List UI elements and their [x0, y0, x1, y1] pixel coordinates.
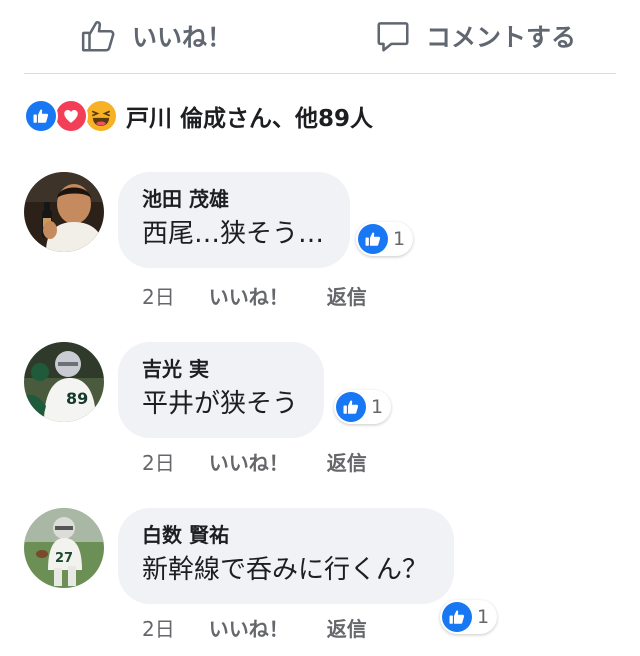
- like-icon: [24, 99, 58, 133]
- action-bar: いいね！ コメントする: [0, 0, 640, 74]
- haha-icon: [84, 99, 118, 133]
- comment-time[interactable]: 2日: [142, 613, 175, 642]
- comment-like-link[interactable]: いいね！: [209, 281, 289, 310]
- thumbs-up-icon: [80, 17, 118, 55]
- comment-item: 池田 茂雄 西尾…狭そう… 1 2日 いいね！ 返信: [24, 172, 624, 312]
- like-icon: [442, 602, 472, 632]
- comment-like-count[interactable]: 1: [440, 600, 498, 634]
- comment-author[interactable]: 白数 賢祐: [142, 522, 428, 548]
- comment-meta: 2日 いいね！ 返信: [142, 613, 367, 642]
- comment-like-link[interactable]: いいね！: [209, 447, 289, 476]
- comment-meta: 2日 いいね！ 返信: [142, 447, 367, 476]
- avatar[interactable]: 89: [24, 342, 104, 422]
- reaction-icons: [24, 99, 118, 133]
- comment-text: 西尾…狭そう…: [142, 219, 325, 249]
- comment-bubble[interactable]: 池田 茂雄 西尾…狭そう…: [118, 172, 351, 268]
- comment-button[interactable]: コメントする: [374, 12, 576, 60]
- divider: [24, 73, 616, 74]
- like-icon: [358, 224, 388, 254]
- comment-text: 平井が狭そう: [142, 389, 299, 419]
- comment-reply-link[interactable]: 返信: [327, 613, 367, 642]
- like-count-number: 1: [371, 396, 384, 418]
- avatar[interactable]: [24, 172, 104, 252]
- comment-author[interactable]: 吉光 実: [142, 356, 298, 382]
- reaction-summary[interactable]: 戸川 倫成さん、他89人: [24, 98, 373, 134]
- like-button-label: いいね！: [132, 23, 233, 52]
- comment-meta: 2日 いいね！ 返信: [142, 281, 367, 310]
- like-count-number: 1: [393, 228, 406, 250]
- comment-button-label: コメントする: [426, 23, 577, 52]
- comment-item: 89 吉光 実 平井が狭そう 1 2日 いいね！ 返信: [24, 342, 624, 482]
- comment-time[interactable]: 2日: [142, 281, 175, 310]
- love-icon: [54, 99, 88, 133]
- avatar[interactable]: 27: [24, 508, 104, 588]
- speech-bubble-icon: [374, 17, 412, 55]
- comment-author[interactable]: 池田 茂雄: [142, 186, 324, 212]
- svg-text:27: 27: [55, 551, 73, 566]
- comment-bubble[interactable]: 吉光 実 平井が狭そう: [118, 342, 325, 438]
- comment-time[interactable]: 2日: [142, 447, 175, 476]
- comment-like-count[interactable]: 1: [356, 222, 414, 256]
- comment-item: 27 白数 賢祐 新幹線で呑みに行くん？ 1 2日 いいね！ 返信: [24, 508, 624, 648]
- reaction-summary-text: 戸川 倫成さん、他89人: [126, 106, 374, 132]
- comment-text: 新幹線で呑みに行くん？: [142, 555, 429, 585]
- like-count-number: 1: [477, 606, 490, 628]
- svg-text:89: 89: [66, 389, 88, 408]
- comment-reply-link[interactable]: 返信: [327, 447, 367, 476]
- like-icon: [336, 392, 366, 422]
- like-button[interactable]: いいね！: [80, 12, 232, 60]
- comment-like-link[interactable]: いいね！: [209, 613, 289, 642]
- comment-reply-link[interactable]: 返信: [327, 281, 367, 310]
- comment-bubble[interactable]: 白数 賢祐 新幹線で呑みに行くん？: [118, 508, 455, 604]
- comment-like-count[interactable]: 1: [334, 390, 392, 424]
